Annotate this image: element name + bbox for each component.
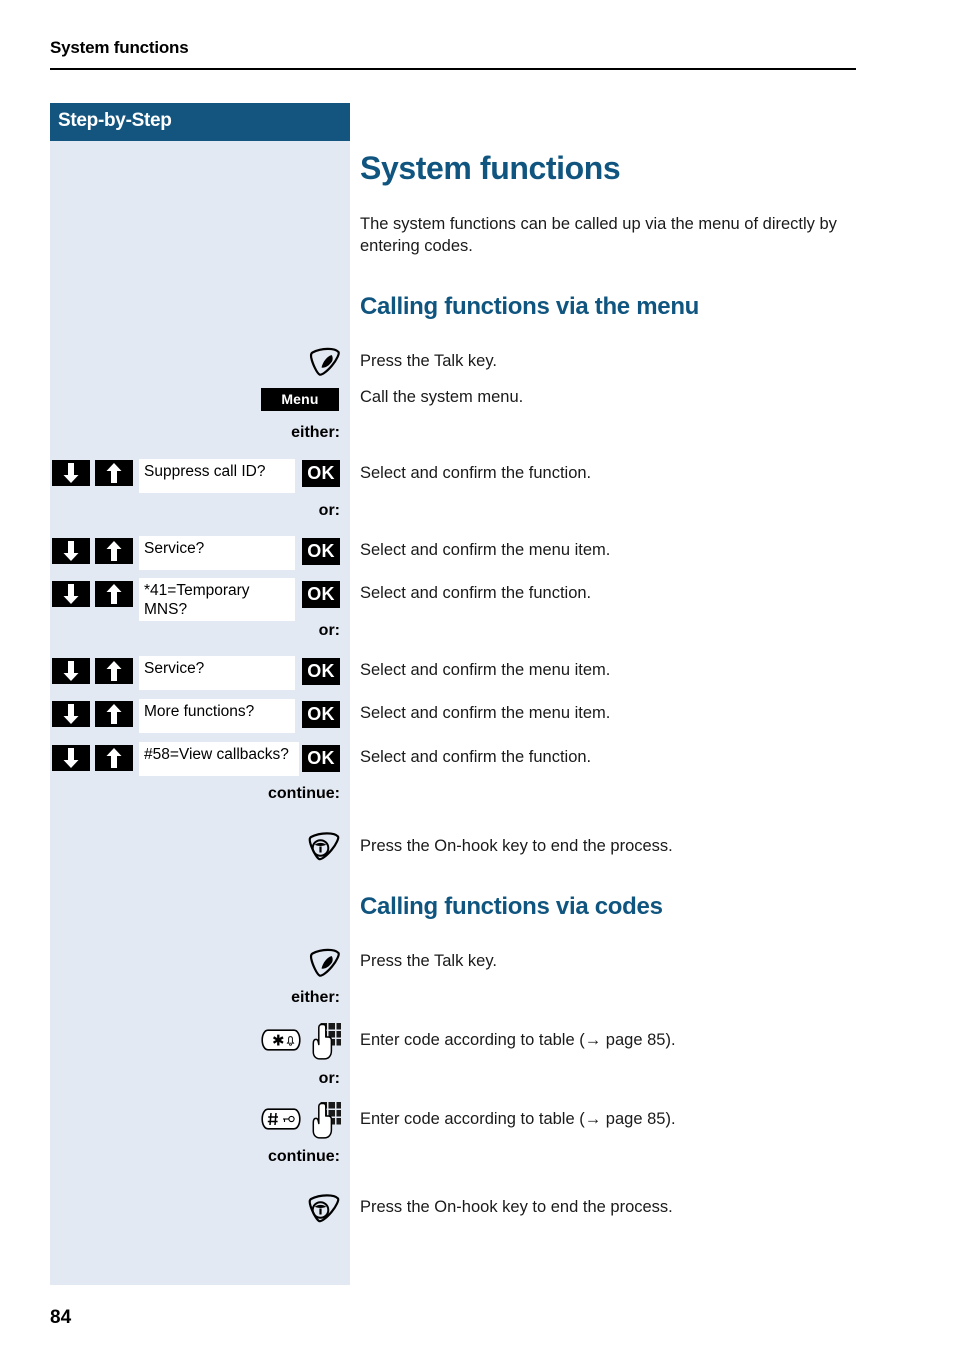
- marker-or-2: or:: [318, 622, 340, 639]
- instruction-row-3: Select and confirm the menu item.: [360, 661, 611, 679]
- arrow-down-icon[interactable]: [52, 745, 90, 771]
- ok-button-row-5[interactable]: OK: [302, 745, 340, 772]
- instruction-press-talk-key-1: Press the Talk key.: [360, 352, 497, 370]
- marker-either-2: either:: [291, 989, 340, 1006]
- instruction-call-system-menu: Call the system menu.: [360, 388, 524, 406]
- display-field-row-4: More functions?: [139, 699, 295, 733]
- instruction-row-0: Select and confirm the function.: [360, 464, 592, 482]
- marker-continue-1: continue:: [268, 785, 340, 802]
- ok-button-row-2[interactable]: OK: [302, 581, 340, 608]
- instruction-enter-code-star: Enter code according to table (→ page 85…: [360, 1031, 676, 1049]
- arrow-up-icon[interactable]: [95, 460, 133, 486]
- marker-either-1: either:: [291, 424, 340, 441]
- instruction-press-talk-key-2: Press the Talk key.: [360, 952, 497, 970]
- ok-button-row-3[interactable]: OK: [302, 658, 340, 685]
- instruction-row-4: Select and confirm the menu item.: [360, 704, 611, 722]
- display-field-row-5: #58=View callbacks?: [139, 742, 299, 776]
- instruction-row-1: Select and confirm the menu item.: [360, 541, 611, 559]
- hash-key-icon[interactable]: [261, 1108, 301, 1130]
- header-rule: [50, 68, 856, 70]
- on-hook-key-icon[interactable]: [306, 830, 342, 864]
- section-title-calling-via-menu: Calling functions via the menu: [360, 293, 700, 320]
- instruction-enter-code-hash: Enter code according to table (→ page 85…: [360, 1110, 676, 1128]
- arrow-up-icon[interactable]: [95, 658, 133, 684]
- display-field-row-1: Service?: [139, 536, 295, 570]
- display-field-row-3: Service?: [139, 656, 295, 690]
- arrow-down-icon[interactable]: [52, 701, 90, 727]
- keypad-icon[interactable]: [310, 1101, 342, 1139]
- svg-text:✱: ✱: [272, 1032, 285, 1050]
- instruction-row-5: Select and confirm the function.: [360, 748, 592, 766]
- star-key-icon[interactable]: ✱: [261, 1029, 301, 1051]
- arrow-down-icon[interactable]: [52, 538, 90, 564]
- talk-key-icon[interactable]: [308, 947, 342, 979]
- sidebar-title: Step-by-Step: [58, 110, 172, 131]
- marker-or-3: or:: [318, 1070, 340, 1087]
- arrow-up-icon[interactable]: [95, 701, 133, 727]
- on-hook-key-icon[interactable]: [306, 1192, 342, 1226]
- ok-button-row-0[interactable]: OK: [302, 460, 340, 487]
- instruction-row-2: Select and confirm the function.: [360, 584, 592, 602]
- instruction-on-hook-2: Press the On-hook key to end the process…: [360, 1198, 673, 1216]
- arrow-up-icon[interactable]: [95, 538, 133, 564]
- page-number: 84: [50, 1307, 72, 1328]
- arrow-up-icon[interactable]: [95, 581, 133, 607]
- marker-or-1: or:: [318, 502, 340, 519]
- marker-continue-2: continue:: [268, 1148, 340, 1165]
- arrow-down-icon[interactable]: [52, 581, 90, 607]
- arrow-down-icon[interactable]: [52, 460, 90, 486]
- instruction-on-hook-1: Press the On-hook key to end the process…: [360, 837, 673, 855]
- ok-button-row-1[interactable]: OK: [302, 538, 340, 565]
- step-by-step-sidebar: [50, 103, 350, 1285]
- talk-key-icon[interactable]: [308, 346, 342, 378]
- ok-button-row-4[interactable]: OK: [302, 701, 340, 728]
- section-title-calling-via-codes: Calling functions via codes: [360, 893, 663, 920]
- running-header: System functions: [50, 38, 189, 57]
- page-title: System functions: [360, 150, 621, 186]
- arrow-down-icon[interactable]: [52, 658, 90, 684]
- keypad-icon[interactable]: [310, 1022, 342, 1060]
- display-field-row-0: Suppress call ID?: [139, 459, 295, 493]
- sidebar-title-bar: Step-by-Step: [50, 103, 350, 141]
- display-field-row-2: *41=Temporary MNS?: [139, 578, 295, 621]
- menu-button[interactable]: Menu: [261, 388, 339, 411]
- arrow-up-icon[interactable]: [95, 745, 133, 771]
- intro-paragraph: The system functions can be called up vi…: [360, 215, 837, 255]
